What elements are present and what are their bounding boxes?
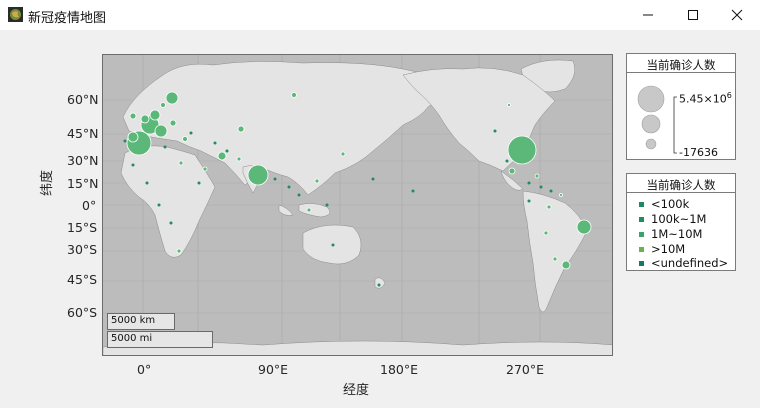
- ytick-label: 45°N: [67, 126, 99, 141]
- scale-bar-km: 5000 km: [107, 313, 175, 330]
- y-axis-label: 纬度: [40, 169, 55, 196]
- xtick-label: 90°E: [258, 362, 289, 377]
- bubble-china: [291, 92, 297, 98]
- ytick-label: 60°N: [67, 92, 99, 107]
- x-axis-label: 经度: [343, 383, 370, 398]
- bubble-scand: [160, 102, 166, 108]
- scale-bar-mi: 5000 mi: [107, 331, 213, 348]
- maximize-button[interactable]: [670, 0, 716, 30]
- bubble-usa: [507, 135, 537, 165]
- minimize-button[interactable]: [625, 0, 671, 30]
- bubble-india: [247, 164, 269, 186]
- bubble-peru: [543, 230, 549, 236]
- bubble-uk: [129, 112, 137, 120]
- bubble-canada: [507, 103, 511, 107]
- bubble-colombia: [546, 204, 552, 210]
- globe-icon: [8, 7, 23, 22]
- legend-item[interactable]: >10M: [639, 242, 685, 256]
- world-map: [103, 55, 612, 355]
- ytick-label: 60°S: [67, 305, 98, 320]
- bubble-brazil: [576, 219, 592, 235]
- xtick-label: 0°: [137, 362, 152, 377]
- bubble-argentina: [561, 260, 571, 270]
- bubble-europe-c: [127, 131, 139, 143]
- maximize-icon: [688, 10, 698, 20]
- size-legend-min: -17636: [679, 146, 718, 159]
- app-window: 新冠疫情地图 5000 km 5000 mi 60°N 45°N 30°N 15…: [0, 0, 760, 408]
- ytick-label: 45°S: [67, 272, 98, 287]
- color-legend[interactable]: 当前确诊人数 <100k 100k~1M 1M~10M >10M <undefi…: [626, 173, 736, 271]
- window-title: 新冠疫情地图: [28, 11, 107, 26]
- map-axes[interactable]: 5000 km 5000 mi: [102, 54, 613, 356]
- minimize-icon: [643, 14, 653, 16]
- ytick-label: 30°N: [67, 153, 99, 168]
- ytick-label: 15°N: [67, 176, 99, 191]
- ytick-label: 30°S: [67, 242, 98, 257]
- bubble-europe-d: [149, 109, 161, 121]
- title-bar: 新冠疫情地图: [0, 0, 760, 30]
- legend-title: 当前确诊人数: [646, 178, 716, 192]
- bubble-europe-f: [169, 119, 177, 127]
- bubble-russia: [165, 91, 179, 105]
- legend-item[interactable]: <undefined>: [639, 256, 728, 270]
- bubble-safrica: [176, 248, 182, 254]
- bubble-kazakh: [237, 125, 245, 133]
- bubble-europe-e: [140, 114, 150, 124]
- legend-title: 当前确诊人数: [646, 58, 716, 72]
- bubble-saudi: [202, 166, 208, 172]
- bubble-philippines: [314, 178, 320, 184]
- bubble-mexico: [508, 167, 516, 175]
- size-legend-max: 5.45×106: [679, 91, 732, 106]
- ytick-label: 15°S: [67, 220, 98, 235]
- bubble-iran: [217, 151, 227, 161]
- close-button[interactable]: [714, 0, 760, 30]
- bubble-indonesia: [306, 207, 312, 213]
- bubble-chile: [552, 256, 558, 262]
- bubble-japan: [340, 151, 346, 157]
- legend-item[interactable]: 100k~1M: [639, 212, 706, 226]
- xtick-label: 270°E: [506, 362, 545, 377]
- bubble-cuba: [534, 173, 540, 179]
- legend-item[interactable]: 1M~10M: [639, 227, 702, 241]
- bubble-size-legend[interactable]: 当前确诊人数 5.45×106 -17636: [626, 53, 736, 160]
- xtick-label: 180°E: [380, 362, 419, 377]
- bubble-europe-b: [154, 124, 168, 138]
- bubble-venez: [559, 193, 563, 197]
- legend-divider: [627, 192, 735, 193]
- bubble-turkey: [182, 136, 188, 142]
- close-icon: [731, 9, 743, 21]
- ytick-label: 0°: [82, 198, 97, 213]
- bubble-pakistan: [236, 156, 242, 162]
- bubble-egypt: [178, 160, 184, 166]
- legend-item[interactable]: <100k: [639, 197, 689, 211]
